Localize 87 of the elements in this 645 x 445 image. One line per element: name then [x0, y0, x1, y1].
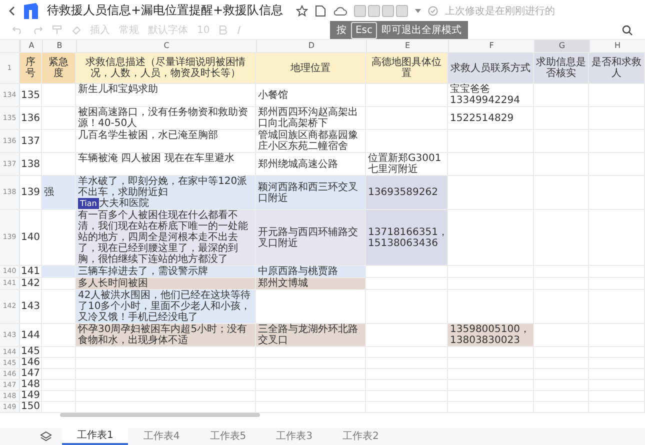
table-cell: 有一百多个人被困住现在什么都看不清，我们现在站在桥底下唯一的一处能站的地方，四周全是河根本走不出去了，现在已经到腰这里了，最深的到胸，很怕继续下连站的地方都没了 [76, 210, 256, 265]
table-cell: 开元路与西四环辅路交叉口附近 [256, 210, 366, 265]
table-cell: 13598005100，13803830023 [448, 324, 534, 346]
scrollbar[interactable] [60, 413, 260, 417]
column-title: 序号 [20, 53, 42, 83]
table-cell: 145 [20, 347, 42, 357]
table-cell: 几百名学生被困，水已淹至胸部 [76, 130, 256, 152]
caret-icon[interactable] [415, 8, 422, 12]
column-title: 紧急度 [42, 53, 76, 83]
table-cell: 多人长时间被困 [76, 278, 256, 289]
column-header[interactable]: C [76, 40, 256, 52]
table-cell: 颖河西路和西三环交叉口附近 [256, 176, 366, 209]
esc-key: Esc [351, 22, 377, 38]
table-cell: 138 [20, 153, 42, 175]
table-cell: 中原西路与桃贾路 [256, 266, 366, 277]
document-title: 待救援人员信息+漏电位置提醒+救援队信息 [47, 2, 284, 19]
table-cell: 137 [20, 130, 42, 152]
collaborator-cursor: Tian [78, 198, 99, 209]
column-header[interactable]: D [256, 40, 366, 52]
table-cell: 1522514829 [448, 107, 534, 129]
undo-icon[interactable] [12, 25, 23, 35]
table-cell: 三辆车掉进去了，需设警示牌 [76, 266, 256, 277]
cell-text: 羊水破了，即刻分娩，在家中等120派不出车，求助附近妇 [78, 176, 248, 198]
table-cell: 142 [20, 278, 42, 289]
table-cell: 三全路与龙湖外环北路交叉口 [256, 324, 366, 346]
table-cell: 148 [20, 380, 42, 390]
avatar-icon[interactable] [396, 4, 408, 16]
table-cell: 140 [20, 210, 42, 265]
column-title: 高德地图具体位置 [366, 53, 448, 83]
table-cell: 150 [20, 402, 42, 412]
table-cell: 小餐馆 [256, 84, 366, 106]
avatar-icon[interactable] [382, 4, 394, 16]
column-header[interactable]: A [20, 40, 42, 52]
table-cell: 143 [20, 290, 42, 323]
table-cell: 被困高速路口，没有任务物资和救助资源！40-50人 [76, 107, 256, 129]
cell-text: 大夫和医院 [98, 198, 149, 209]
sheet-tab[interactable]: 工作表1 [62, 428, 128, 445]
column-title: 地理位置 [256, 53, 366, 83]
sheet-tab[interactable]: 工作表5 [194, 429, 262, 444]
document-logo-icon [22, 2, 40, 20]
table-cell: 强 [42, 176, 76, 209]
cloud-icon[interactable] [333, 6, 348, 16]
table-cell: 位置新郑G3001七里河附近 [366, 153, 448, 175]
table-cell: 135 [20, 84, 42, 106]
table-cell: 144 [20, 324, 42, 346]
document-icon[interactable] [315, 4, 326, 16]
column-title: 求助信息是否核实 [534, 53, 589, 83]
table-cell: 146 [20, 358, 42, 368]
search-icon[interactable] [622, 24, 633, 36]
format-painter-icon[interactable] [52, 25, 62, 35]
table-cell: 郑州文博城 [256, 278, 366, 289]
table-cell: 管城回族区商都嘉园豫庄小区东苑二幢宿舍 [256, 130, 366, 152]
table-cell: 149 [20, 391, 42, 401]
sheet-tab[interactable]: 工作表4 [128, 429, 195, 444]
column-header[interactable]: E [366, 40, 448, 52]
table-cell: 车辆被淹 四人被困 现在在车里避水 [76, 153, 256, 175]
back-icon[interactable] [8, 6, 15, 16]
avatar-icon[interactable] [368, 4, 380, 16]
table-cell: 宝宝爸爸13349942294 [448, 84, 534, 106]
star-icon[interactable] [296, 4, 308, 16]
column-title: 求救人员联系方式 [448, 53, 534, 83]
bold-icon[interactable] [218, 25, 227, 35]
save-status: 上次修改是在刚刚进行的 [445, 4, 556, 18]
hint-text: 即可退出全屏模式 [382, 24, 462, 37]
column-header[interactable]: H [589, 40, 645, 52]
column-header[interactable]: B [42, 40, 76, 52]
table-cell: 42人被洪水围困，他们已经在这块等待了10多个小时，里面不少老人和小孩，又冷又饿！手机已经没电了 [76, 290, 256, 323]
table-cell: 13693589262 [366, 176, 448, 209]
redo-icon[interactable] [32, 25, 43, 35]
hint-text: 按 [336, 24, 346, 37]
layers-icon[interactable] [40, 431, 52, 442]
column-header[interactable]: G [534, 40, 589, 52]
table-cell: 怀孕30周孕妇被困车内超5小时；没有食物和水，出现身体不适 [76, 324, 256, 346]
italic-icon[interactable] [236, 25, 242, 35]
table-cell: 147 [20, 369, 42, 379]
check-circle-icon [428, 6, 438, 16]
column-title: 求救信息描述（尽量详细说明被困情况，人数，人员，物资及时长等） [76, 53, 256, 83]
table-cell: 136 [20, 107, 42, 129]
eraser-icon[interactable] [71, 25, 81, 35]
sheet-tab[interactable]: 工作表2 [328, 429, 394, 444]
column-title: 是否和求救人 [589, 53, 645, 83]
table-cell: 13718166351，15138063436 [366, 210, 448, 265]
table-cell: 新生儿和宝妈求助 [76, 84, 256, 106]
table-cell: 郑州西四环沟赵高架出口向北高架桥下 [256, 107, 366, 129]
sheet-tab[interactable]: 工作表3 [261, 429, 328, 444]
table-cell: 郑州绕城高速公路 [256, 153, 366, 175]
avatar-icon[interactable] [354, 4, 366, 16]
